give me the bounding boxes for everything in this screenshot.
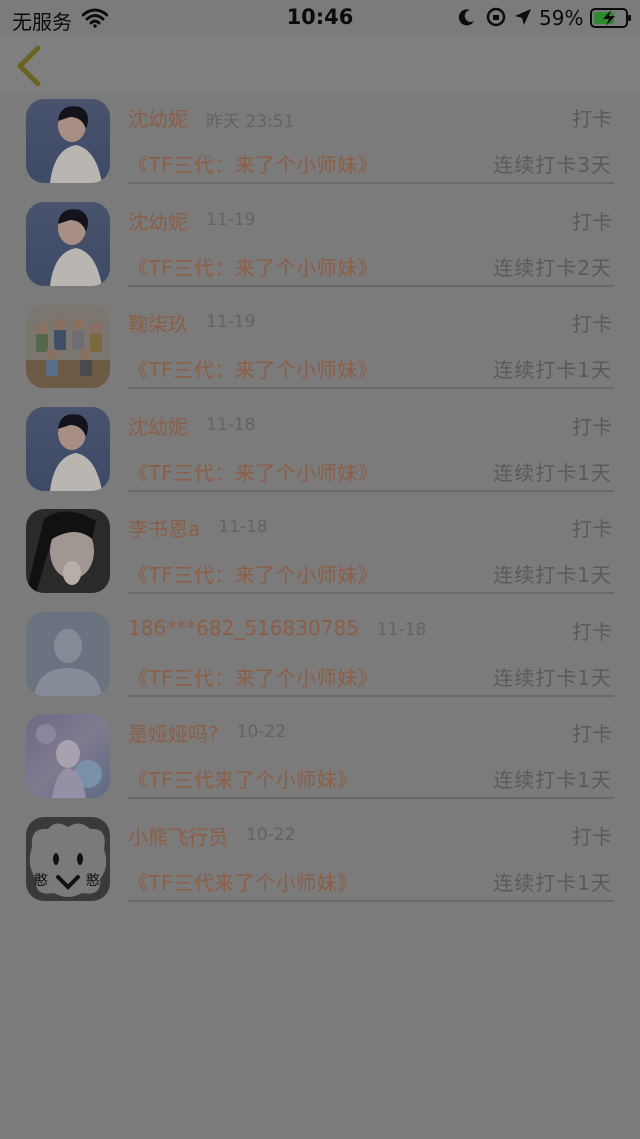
- avatar[interactable]: [26, 611, 110, 696]
- action-label: 打卡: [572, 414, 612, 439]
- book-title-link[interactable]: 《TF三代：来了个小师妹》: [128, 662, 378, 691]
- svg-text:憨: 憨: [34, 873, 48, 889]
- book-title-link[interactable]: 《TF三代来了个小师妹》: [128, 764, 358, 793]
- avatar[interactable]: [26, 509, 110, 593]
- back-button[interactable]: [10, 40, 54, 88]
- chevron-left-icon: [17, 45, 41, 87]
- row-divider: [128, 182, 614, 184]
- row-divider: [128, 797, 614, 799]
- avatar[interactable]: [26, 304, 110, 388]
- moon-icon: [458, 9, 474, 26]
- avatar[interactable]: [26, 201, 110, 286]
- location-arrow-icon: [515, 9, 531, 25]
- action-label: 打卡: [572, 107, 612, 131]
- avatar[interactable]: [26, 714, 110, 798]
- checkin-time: 10-22: [246, 824, 296, 845]
- action-label: 打卡: [572, 824, 612, 849]
- book-title-link[interactable]: 《TF三代：来了个小师妹》: [128, 354, 378, 383]
- user-name[interactable]: 李书恩a: [128, 513, 200, 542]
- row-divider: [128, 489, 614, 492]
- checkin-row[interactable]: 沈幼妮 11-18 打卡《TF三代：来了个小师妹》 连续打卡1天: [0, 400, 640, 503]
- book-title-link[interactable]: 《TF三代：来了个小师妹》: [128, 149, 378, 178]
- checkin-time: 11-19: [206, 209, 256, 230]
- checkin-row[interactable]: 186***682_516830785 11-18 打卡《TF三代：来了个小师妹》 连…: [0, 605, 640, 708]
- row-divider: [128, 387, 614, 389]
- book-title-link[interactable]: 《TF三代：来了个小师妹》: [128, 252, 378, 281]
- user-name[interactable]: 鞠柒玖: [128, 308, 188, 337]
- book-title-link[interactable]: 《TF三代：来了个小师妹》: [128, 559, 378, 588]
- svg-text:憨: 憨: [86, 873, 100, 889]
- streak-label: 连续打卡3天: [493, 153, 612, 177]
- checkin-time: 11-18: [206, 414, 256, 435]
- streak-label: 连续打卡1天: [493, 563, 612, 587]
- row-divider: [128, 592, 614, 594]
- checkin-time: 11-18: [376, 619, 427, 640]
- action-label: 打卡: [572, 209, 612, 234]
- action-label: 打卡: [572, 619, 612, 644]
- streak-label: 连续打卡1天: [493, 358, 612, 382]
- rotation-lock-icon: [486, 7, 506, 27]
- checkin-row[interactable]: 鞠柒玖 11-19 打卡《TF三代：来了个小师妹》 连续打卡1天: [0, 297, 640, 400]
- user-name[interactable]: 186***682_516830785: [128, 616, 359, 640]
- user-name[interactable]: 是娅娅吗?: [128, 718, 219, 747]
- streak-label: 连续打卡1天: [493, 665, 612, 690]
- user-name[interactable]: 小熊飞行员: [128, 821, 228, 850]
- checkin-row[interactable]: 沈幼妮 昨天 23:51 打卡《TF三代：来了个小师妹》 连续打卡3天: [0, 92, 640, 195]
- checkin-row[interactable]: 憨憨小熊飞行员 10-22 打卡 《TF三代来了个小师妹》 连续打卡1天: [0, 810, 640, 913]
- action-label: 打卡: [572, 312, 612, 336]
- checkin-row[interactable]: 是娅娅吗? 10-22 打卡《TF三代来了个小师妹》 连续打卡1天: [0, 707, 640, 810]
- streak-label: 连续打卡2天: [493, 255, 612, 280]
- checkin-list: 沈幼妮 昨天 23:51 打卡 《TF三代：来了个小师妹》 连续打卡3天 沈幼妮 11-19…: [0, 92, 640, 912]
- avatar[interactable]: 憨憨: [26, 816, 110, 901]
- action-label: 打卡: [572, 517, 612, 541]
- book-title-link[interactable]: 《TF三代来了个小师妹》: [128, 867, 358, 896]
- action-label: 打卡: [572, 722, 612, 746]
- row-divider: [128, 899, 614, 902]
- battery-charging-icon: [590, 8, 631, 28]
- status-bar: 无服务 10:46 59%: [0, 0, 640, 36]
- streak-label: 连续打卡1天: [493, 768, 612, 792]
- checkin-row[interactable]: 李书恩a 11-18 打卡《TF三代：来了个小师妹》 连续打卡1天: [0, 502, 640, 605]
- avatar[interactable]: [26, 99, 110, 183]
- checkin-time: 11-18: [218, 517, 268, 537]
- checkin-time: 10-22: [236, 722, 287, 742]
- checkin-row[interactable]: 沈幼妮 11-19 打卡《TF三代：来了个小师妹》 连续打卡2天: [0, 195, 640, 298]
- row-divider: [128, 694, 614, 697]
- avatar[interactable]: [26, 406, 110, 491]
- nav-bar: [0, 36, 640, 92]
- checkin-time: 昨天 23:51: [206, 112, 295, 132]
- streak-label: 连续打卡1天: [493, 460, 612, 485]
- book-title-link[interactable]: 《TF三代：来了个小师妹》: [128, 457, 378, 486]
- row-divider: [128, 284, 614, 287]
- checkin-time: 11-19: [206, 312, 256, 332]
- user-name[interactable]: 沈幼妮: [128, 411, 188, 440]
- streak-label: 连续打卡1天: [493, 870, 612, 895]
- battery-percent: 59%: [539, 6, 584, 30]
- user-name[interactable]: 沈幼妮: [128, 103, 188, 132]
- user-name[interactable]: 沈幼妮: [128, 206, 188, 235]
